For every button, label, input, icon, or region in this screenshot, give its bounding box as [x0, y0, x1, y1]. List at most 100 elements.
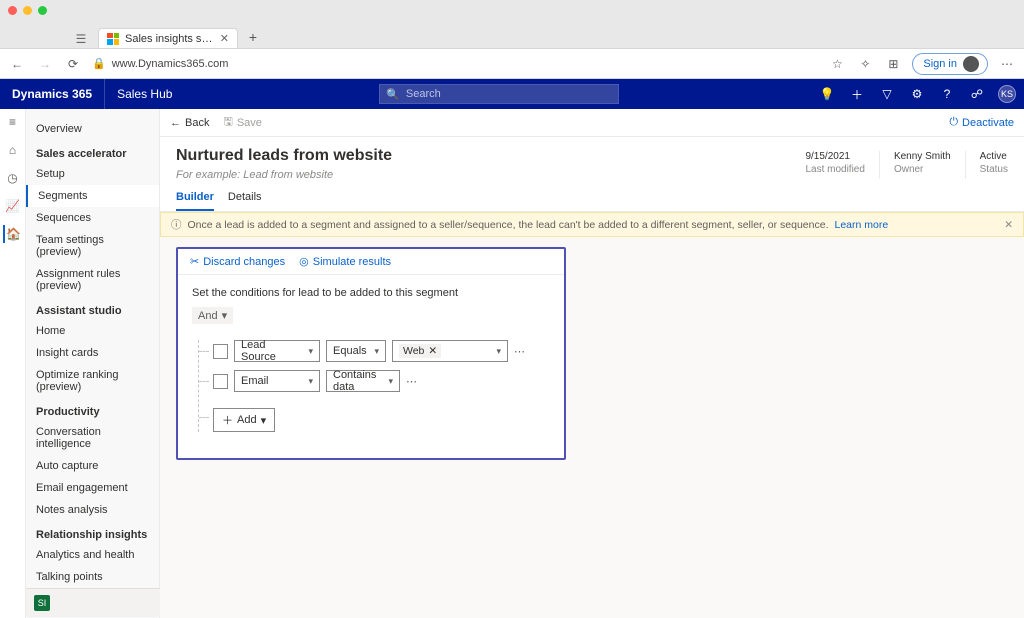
sidebar-item-segments[interactable]: Segments — [26, 185, 159, 207]
logic-operator-chip[interactable]: And ▾ — [192, 307, 233, 324]
left-icon-rail: ≡ ⌂ ◷ 📈 🏠 — [0, 109, 26, 618]
row-more-icon[interactable]: ⋯ — [406, 375, 419, 388]
arrow-left-icon: ← — [170, 117, 181, 129]
search-icon: 🔍 — [386, 88, 400, 101]
sidebar-item-insight-cards[interactable]: Insight cards — [26, 342, 159, 364]
nav-forward-icon[interactable]: → — [36, 55, 54, 73]
favorites-icon[interactable]: ✧ — [856, 55, 874, 73]
signin-label: Sign in — [923, 58, 957, 70]
chevron-down-icon: ▾ — [374, 346, 379, 357]
home-icon[interactable]: ⌂ — [4, 141, 22, 159]
value-dropdown[interactable]: Web✕ ▾ — [392, 340, 508, 362]
recent-icon[interactable]: ◷ — [4, 169, 22, 187]
add-condition-button[interactable]: ＋ Add ▾ — [213, 408, 275, 432]
lock-icon: 🔒 — [92, 57, 106, 70]
gear-icon[interactable]: ⚙ — [904, 81, 930, 107]
new-tab-button[interactable]: + — [242, 26, 264, 48]
row-checkbox[interactable] — [213, 344, 228, 359]
condition-row: Lead Source▾ Equals▾ Web✕ ▾ ⋯ — [213, 340, 550, 362]
browser-menu-icon[interactable]: ⋯ — [998, 55, 1016, 73]
sidebar-item-notes-analysis[interactable]: Notes analysis — [26, 499, 159, 521]
sidebar-item-home[interactable]: Home — [26, 320, 159, 342]
chevron-down-icon: ▾ — [308, 376, 313, 387]
operator-dropdown[interactable]: Contains data▾ — [326, 370, 400, 392]
operator-dropdown[interactable]: Equals▾ — [326, 340, 386, 362]
banner-close-icon[interactable]: ✕ — [1004, 219, 1013, 231]
hub-label[interactable]: Sales Hub — [105, 87, 184, 101]
meta-owner: Kenny Smith Owner — [894, 151, 951, 175]
sidebar-item-team-settings[interactable]: Team settings (preview) — [26, 229, 159, 263]
tag-remove-icon[interactable]: ✕ — [428, 345, 437, 357]
sidebar-item-email-engagement[interactable]: Email engagement — [26, 477, 159, 499]
tab-details[interactable]: Details — [228, 191, 262, 211]
meta-status: Active Status — [980, 151, 1008, 175]
sidebar-item-optimize-ranking[interactable]: Optimize ranking (preview) — [26, 364, 159, 398]
record-header: Nurtured leads from website For example:… — [160, 137, 1024, 212]
assistant-icon[interactable]: ☍ — [964, 81, 990, 107]
sidebar-footer[interactable]: SI — [26, 588, 160, 617]
filter-icon[interactable]: ▽ — [874, 81, 900, 107]
signin-button[interactable]: Sign in — [912, 53, 988, 75]
deactivate-button[interactable]: ⏻Deactivate — [949, 116, 1014, 129]
collections-icon[interactable]: ⊞ — [884, 55, 902, 73]
sidebar-item-auto-capture[interactable]: Auto capture — [26, 455, 159, 477]
simulate-results-button[interactable]: ◎Simulate results — [299, 255, 391, 268]
banner-text: Once a lead is added to a segment and as… — [188, 219, 829, 231]
tab-list-icon[interactable]: ☰ — [72, 30, 90, 48]
row-checkbox[interactable] — [213, 374, 228, 389]
brand-label[interactable]: Dynamics 365 — [0, 79, 105, 109]
mac-window-controls — [0, 0, 1024, 20]
command-bar: ←Back 🖫Save ⏻Deactivate — [160, 109, 1024, 137]
chevron-down-icon: ▾ — [222, 309, 228, 322]
sidebar-item-talking-points[interactable]: Talking points — [26, 566, 159, 588]
global-search[interactable]: 🔍 Search — [379, 84, 619, 104]
sidebar-item-analytics-health[interactable]: Analytics and health — [26, 544, 159, 566]
sidebar-item-assignment-rules[interactable]: Assignment rules (preview) — [26, 263, 159, 297]
save-icon: 🖫 — [223, 113, 232, 132]
sidebar-item-conv-intel[interactable]: Conversation intelligence — [26, 421, 159, 455]
page-subtitle: For example: Lead from website — [176, 169, 805, 181]
row-more-icon[interactable]: ⋯ — [514, 345, 527, 358]
browser-chrome: ☰ Sales insights settings - Segm ✕ + ← →… — [0, 0, 1024, 79]
sidebar-item-overview[interactable]: Overview — [26, 115, 159, 140]
sidebar-section-productivity: Productivity — [26, 398, 159, 421]
pinned-icon[interactable]: 📈 — [4, 197, 22, 215]
hamburger-icon[interactable]: ≡ — [4, 113, 22, 131]
user-avatar[interactable]: KS — [994, 81, 1020, 107]
address-bar[interactable]: 🔒 www.Dynamics365.com — [92, 57, 818, 70]
window-zoom-dot[interactable] — [38, 6, 47, 15]
browser-tab-active[interactable]: Sales insights settings - Segm ✕ — [98, 28, 238, 48]
nav-refresh-icon[interactable]: ⟳ — [64, 55, 82, 73]
builder-card: ✂Discard changes ◎Simulate results Set t… — [176, 247, 566, 460]
learn-more-link[interactable]: Learn more — [835, 219, 889, 231]
field-dropdown[interactable]: Email▾ — [234, 370, 320, 392]
sidebar-section-sales-accel: Sales accelerator — [26, 140, 159, 163]
simulate-icon: ◎ — [299, 255, 309, 268]
discard-changes-button[interactable]: ✂Discard changes — [190, 255, 285, 268]
tab-close-icon[interactable]: ✕ — [220, 32, 229, 45]
lightbulb-icon[interactable]: 💡 — [814, 81, 840, 107]
sidebar-item-setup[interactable]: Setup — [26, 163, 159, 185]
field-dropdown[interactable]: Lead Source▾ — [234, 340, 320, 362]
tab-builder[interactable]: Builder — [176, 191, 214, 211]
chevron-down-icon: ▾ — [308, 346, 313, 357]
window-close-dot[interactable] — [8, 6, 17, 15]
sidebar-section-assistant: Assistant studio — [26, 297, 159, 320]
back-button[interactable]: ←Back — [170, 117, 209, 129]
save-button[interactable]: 🖫Save — [223, 113, 261, 132]
star-icon[interactable]: ☆ — [828, 55, 846, 73]
sidebar-item-sequences[interactable]: Sequences — [26, 207, 159, 229]
segments-rail-icon[interactable]: 🏠 — [3, 225, 21, 243]
chevron-down-icon: ▾ — [388, 376, 393, 387]
add-icon[interactable]: ＋ — [844, 81, 870, 107]
info-icon: ⓘ — [171, 217, 182, 232]
ms-favicon-icon — [107, 33, 119, 45]
page-title: Nurtured leads from website — [176, 147, 805, 165]
help-icon[interactable]: ? — [934, 81, 960, 107]
nav-back-icon[interactable]: ← — [8, 55, 26, 73]
si-badge: SI — [34, 595, 50, 611]
chevron-down-icon: ▾ — [496, 346, 501, 357]
info-banner: ⓘ Once a lead is added to a segment and … — [160, 212, 1024, 237]
window-minimize-dot[interactable] — [23, 6, 32, 15]
value-tag[interactable]: Web✕ — [399, 344, 441, 358]
